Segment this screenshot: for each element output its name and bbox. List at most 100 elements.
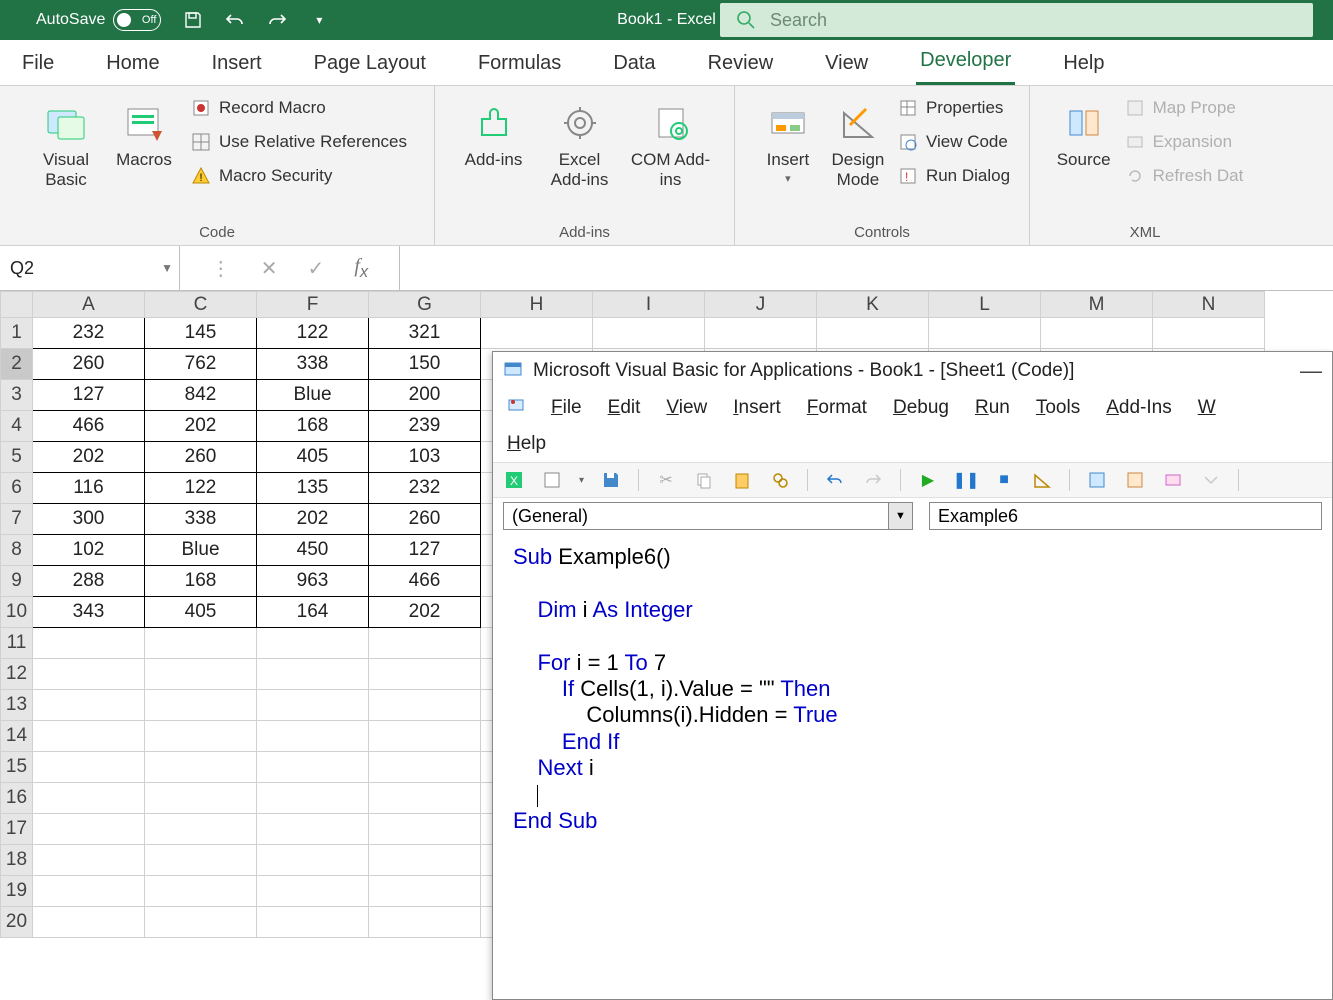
save-icon[interactable] — [600, 469, 622, 491]
tab-developer[interactable]: Developer — [916, 49, 1015, 85]
cell[interactable]: 405 — [145, 597, 257, 628]
cell[interactable]: 300 — [33, 504, 145, 535]
design-mode-button[interactable]: Design Mode — [822, 92, 894, 190]
row-header-20[interactable]: 20 — [1, 907, 33, 938]
reset-icon[interactable]: ■ — [993, 469, 1015, 491]
cell[interactable] — [257, 628, 369, 659]
row-header-3[interactable]: 3 — [1, 380, 33, 411]
column-header-C[interactable]: C — [145, 292, 257, 318]
cell[interactable] — [369, 752, 481, 783]
cell[interactable] — [33, 628, 145, 659]
cell[interactable] — [145, 628, 257, 659]
cell[interactable] — [929, 318, 1041, 349]
cell[interactable] — [257, 876, 369, 907]
cell[interactable] — [145, 690, 257, 721]
source-button[interactable]: Source — [1047, 92, 1121, 170]
cell[interactable]: 260 — [33, 349, 145, 380]
cell[interactable] — [369, 690, 481, 721]
row-header-17[interactable]: 17 — [1, 814, 33, 845]
row-header-6[interactable]: 6 — [1, 473, 33, 504]
cell[interactable]: 135 — [257, 473, 369, 504]
excel-addins-button[interactable]: Excel Add-ins — [536, 92, 624, 190]
cell[interactable] — [33, 721, 145, 752]
enter-icon[interactable]: ✓ — [308, 256, 325, 281]
com-addins-button[interactable]: COM Add-ins — [624, 92, 718, 190]
row-header-1[interactable]: 1 — [1, 318, 33, 349]
break-icon[interactable]: ❚❚ — [955, 469, 977, 491]
toolbox-icon[interactable] — [1200, 469, 1222, 491]
run-dialog-button[interactable]: !Run Dialog — [898, 166, 1010, 186]
vba-editor-window[interactable]: Microsoft Visual Basic for Applications … — [492, 351, 1333, 1000]
row-header-9[interactable]: 9 — [1, 566, 33, 597]
paste-icon[interactable] — [731, 469, 753, 491]
qat-dropdown-icon[interactable]: ▾ — [307, 8, 331, 32]
cell[interactable]: 102 — [33, 535, 145, 566]
cell[interactable]: 338 — [145, 504, 257, 535]
cell[interactable] — [257, 721, 369, 752]
column-header-K[interactable]: K — [817, 292, 929, 318]
cell[interactable]: 200 — [369, 380, 481, 411]
cell[interactable]: 450 — [257, 535, 369, 566]
cell[interactable]: 164 — [257, 597, 369, 628]
cell[interactable]: 239 — [369, 411, 481, 442]
view-code-button[interactable]: View Code — [898, 132, 1010, 152]
autosave-switch[interactable]: Off — [113, 9, 161, 31]
row-header-7[interactable]: 7 — [1, 504, 33, 535]
cell[interactable] — [145, 752, 257, 783]
cell[interactable]: 232 — [33, 318, 145, 349]
chevron-down-icon[interactable]: ▼ — [161, 261, 173, 275]
cell[interactable]: 321 — [369, 318, 481, 349]
tab-help[interactable]: Help — [1059, 52, 1108, 85]
row-header-18[interactable]: 18 — [1, 845, 33, 876]
cell[interactable]: 288 — [33, 566, 145, 597]
cell[interactable] — [33, 814, 145, 845]
cell[interactable] — [369, 721, 481, 752]
minimize-icon[interactable]: — — [1300, 358, 1322, 384]
cut-icon[interactable]: ✂ — [655, 469, 677, 491]
visual-basic-button[interactable]: Visual Basic — [27, 92, 105, 190]
object-browser-icon[interactable] — [1162, 469, 1184, 491]
cell[interactable]: 260 — [145, 442, 257, 473]
cell[interactable] — [145, 845, 257, 876]
row-header-14[interactable]: 14 — [1, 721, 33, 752]
row-header-19[interactable]: 19 — [1, 876, 33, 907]
cell[interactable] — [369, 845, 481, 876]
addins-button[interactable]: Add-ins — [452, 92, 536, 170]
cell[interactable] — [593, 318, 705, 349]
cell[interactable]: 762 — [145, 349, 257, 380]
macros-button[interactable]: Macros — [105, 92, 183, 170]
vba-menu-tools[interactable]: Tools — [1036, 397, 1080, 419]
copy-icon[interactable] — [693, 469, 715, 491]
tab-review[interactable]: Review — [704, 52, 778, 85]
cell[interactable] — [369, 628, 481, 659]
tab-home[interactable]: Home — [102, 52, 163, 85]
code-pane[interactable]: Sub Example6() Dim i As Integer For i = … — [493, 534, 1332, 844]
cell[interactable] — [1041, 318, 1153, 349]
tab-formulas[interactable]: Formulas — [474, 52, 565, 85]
cell[interactable]: 122 — [257, 318, 369, 349]
cell[interactable]: Blue — [257, 380, 369, 411]
cell[interactable]: 127 — [369, 535, 481, 566]
vba-menu-file[interactable]: File — [551, 397, 582, 419]
properties-button[interactable]: Properties — [898, 98, 1010, 118]
cell[interactable] — [369, 814, 481, 845]
cell[interactable] — [145, 907, 257, 938]
cell[interactable] — [481, 318, 593, 349]
cell[interactable]: 168 — [145, 566, 257, 597]
chevron-down-icon[interactable]: ▼ — [888, 503, 912, 529]
column-header-F[interactable]: F — [257, 292, 369, 318]
excel-icon[interactable]: X — [503, 469, 525, 491]
search-box[interactable]: Search — [720, 3, 1313, 37]
vba-title-bar[interactable]: Microsoft Visual Basic for Applications … — [493, 352, 1332, 390]
cell[interactable] — [705, 318, 817, 349]
row-header-2[interactable]: 2 — [1, 349, 33, 380]
vba-menu-insert[interactable]: Insert — [733, 397, 781, 419]
cell[interactable] — [369, 783, 481, 814]
redo-icon[interactable] — [265, 8, 289, 32]
use-relative-refs-button[interactable]: Use Relative References — [191, 132, 407, 152]
column-header-L[interactable]: L — [929, 292, 1041, 318]
row-header-10[interactable]: 10 — [1, 597, 33, 628]
cell[interactable] — [33, 659, 145, 690]
row-header-4[interactable]: 4 — [1, 411, 33, 442]
tab-view[interactable]: View — [821, 52, 872, 85]
